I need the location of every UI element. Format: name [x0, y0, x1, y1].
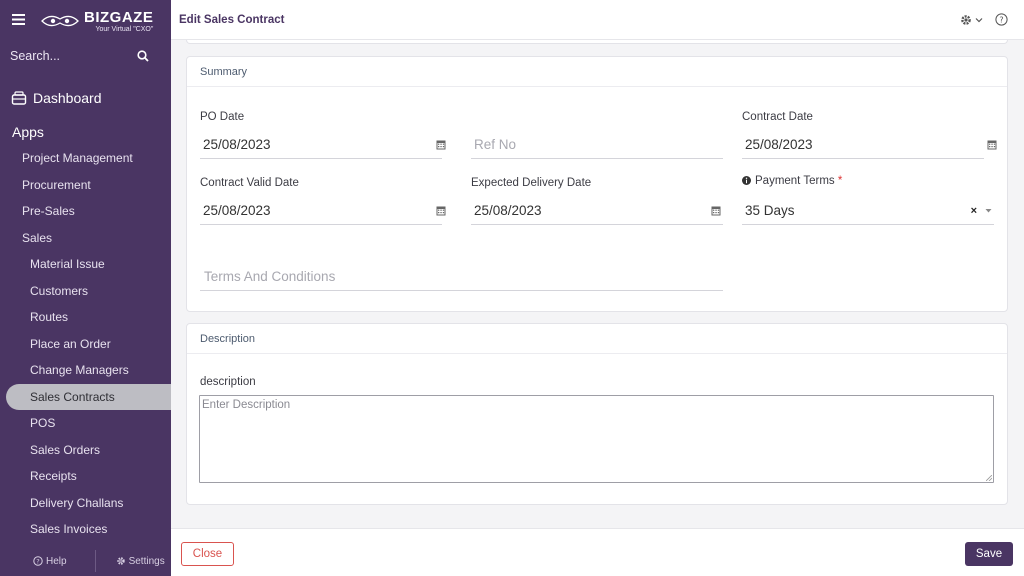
contract-date-value: 25/08/2023	[745, 137, 813, 152]
sidebar-item-sales[interactable]: Sales	[0, 225, 171, 252]
payment-terms-field: Payment Terms * 35 Days ×	[742, 173, 994, 225]
apps-heading: Apps	[12, 124, 44, 140]
info-icon	[742, 176, 751, 185]
app-root: BIZGAZE Your Virtual "CXO" Search... Das…	[0, 0, 1024, 576]
description-card-title: Description	[187, 324, 1007, 354]
sidebar-item-customers[interactable]: Customers	[0, 278, 171, 305]
close-button[interactable]: Close	[181, 542, 234, 566]
contract-date-field: Contract Date 25/08/2023	[742, 109, 997, 159]
contract-date-label: Contract Date	[742, 111, 813, 123]
main-content: Summary PO Date 25/08/2023 Ref No Contra…	[171, 40, 1024, 528]
sidebar-item-delivery-challans[interactable]: Delivery Challans	[0, 490, 171, 517]
page-title: Edit Sales Contract	[179, 13, 285, 26]
sidebar-item-change-managers[interactable]: Change Managers	[0, 357, 171, 384]
description-card: Description description Enter Descriptio…	[186, 323, 1008, 505]
calendar-icon[interactable]	[436, 205, 446, 216]
terms-and-conditions-input[interactable]: Terms And Conditions	[200, 263, 723, 291]
resize-handle-icon[interactable]	[986, 475, 992, 481]
sidebar: BIZGAZE Your Virtual "CXO" Search... Das…	[0, 0, 171, 576]
calendar-icon[interactable]	[987, 139, 997, 150]
calendar-icon[interactable]	[711, 205, 721, 216]
clear-selection-icon[interactable]: ×	[971, 205, 977, 217]
sidebar-item-place-an-order[interactable]: Place an Order	[0, 331, 171, 358]
description-label: description	[200, 376, 256, 388]
sidebar-nav-list: Project Management Procurement Pre-Sales…	[0, 145, 171, 543]
logo-text: BIZGAZE	[84, 8, 154, 26]
header-actions: ?	[960, 13, 1008, 26]
sidebar-top: BIZGAZE Your Virtual "CXO"	[0, 0, 171, 42]
ref-no-input[interactable]: Ref No	[471, 131, 723, 159]
search-input[interactable]: Search...	[10, 49, 60, 63]
description-textarea[interactable]: Enter Description	[199, 395, 994, 483]
dashboard-icon	[11, 91, 27, 105]
expected-delivery-date-value: 25/08/2023	[474, 203, 542, 218]
po-date-value: 25/08/2023	[203, 137, 271, 152]
svg-text:?: ?	[999, 16, 1003, 25]
hamburger-menu-icon[interactable]	[12, 12, 32, 30]
ref-no-field: Ref No	[471, 131, 723, 159]
description-placeholder: Enter Description	[202, 399, 291, 411]
sidebar-item-sales-contracts[interactable]: Sales Contracts	[6, 383, 171, 410]
chevron-down-icon[interactable]	[975, 16, 983, 24]
expected-delivery-date-label: Expected Delivery Date	[471, 177, 592, 189]
contract-valid-date-label: Contract Valid Date	[200, 177, 299, 189]
expected-delivery-date-field: Expected Delivery Date 25/08/2023	[471, 175, 723, 225]
logo-tagline: Your Virtual "CXO"	[95, 25, 154, 33]
calendar-icon[interactable]	[436, 139, 446, 150]
previous-card-edge	[186, 40, 1008, 44]
summary-card-title: Summary	[187, 57, 1007, 87]
terms-and-conditions-field: Terms And Conditions	[200, 263, 723, 291]
contract-valid-date-field: Contract Valid Date 25/08/2023	[200, 175, 446, 225]
required-marker: *	[837, 175, 843, 187]
expected-delivery-date-input[interactable]: 25/08/2023	[471, 197, 723, 225]
summary-card: Summary PO Date 25/08/2023 Ref No Contra…	[186, 56, 1008, 312]
svg-text:?: ?	[36, 558, 39, 566]
payment-terms-label-row: Payment Terms *	[742, 173, 994, 189]
search-icon[interactable]	[137, 50, 149, 62]
gear-icon[interactable]	[960, 14, 972, 26]
help-link[interactable]: ? Help	[33, 556, 67, 567]
sidebar-item-project-management[interactable]: Project Management	[0, 145, 171, 172]
sidebar-item-sales-orders[interactable]: Sales Orders	[0, 437, 171, 464]
sidebar-item-procurement[interactable]: Procurement	[0, 172, 171, 199]
po-date-input[interactable]: 25/08/2023	[200, 131, 446, 159]
sidebar-footer: ? Help Settings	[0, 546, 171, 576]
sidebar-item-pre-sales[interactable]: Pre-Sales	[0, 198, 171, 225]
help-circle-icon[interactable]: ?	[995, 13, 1008, 26]
payment-terms-select[interactable]: 35 Days ×	[742, 197, 994, 225]
settings-link[interactable]: Settings	[116, 556, 165, 567]
sidebar-search[interactable]: Search...	[0, 42, 171, 70]
sidebar-item-routes[interactable]: Routes	[0, 304, 171, 331]
logo-mask-icon	[41, 15, 79, 27]
sidebar-item-material-issue[interactable]: Material Issue	[0, 251, 171, 278]
po-date-label: PO Date	[200, 111, 245, 123]
po-date-field: PO Date 25/08/2023	[200, 109, 446, 159]
settings-label: Settings	[128, 555, 165, 567]
help-icon: ?	[33, 556, 43, 566]
help-label: Help	[46, 555, 67, 567]
sidebar-item-dashboard[interactable]: Dashboard	[0, 85, 171, 111]
bizgaze-logo[interactable]: BIZGAZE Your Virtual "CXO"	[40, 10, 153, 33]
page-header: Edit Sales Contract ?	[171, 0, 1024, 40]
form-footer: Close Save	[171, 528, 1024, 576]
contract-valid-date-input[interactable]: 25/08/2023	[200, 197, 446, 225]
sidebar-item-sales-invoices[interactable]: Sales Invoices	[0, 516, 171, 543]
footer-divider	[94, 550, 96, 572]
sidebar-item-pos[interactable]: POS	[0, 410, 171, 437]
save-button[interactable]: Save	[965, 542, 1013, 566]
contract-date-input[interactable]: 25/08/2023	[742, 131, 997, 159]
caret-down-icon[interactable]	[985, 207, 992, 214]
payment-terms-label: Payment Terms	[755, 175, 835, 187]
sidebar-item-receipts[interactable]: Receipts	[0, 463, 171, 490]
dashboard-label: Dashboard	[33, 90, 102, 106]
settings-gear-icon	[116, 557, 125, 565]
payment-terms-value: 35 Days	[745, 203, 795, 218]
contract-valid-date-value: 25/08/2023	[203, 203, 271, 218]
